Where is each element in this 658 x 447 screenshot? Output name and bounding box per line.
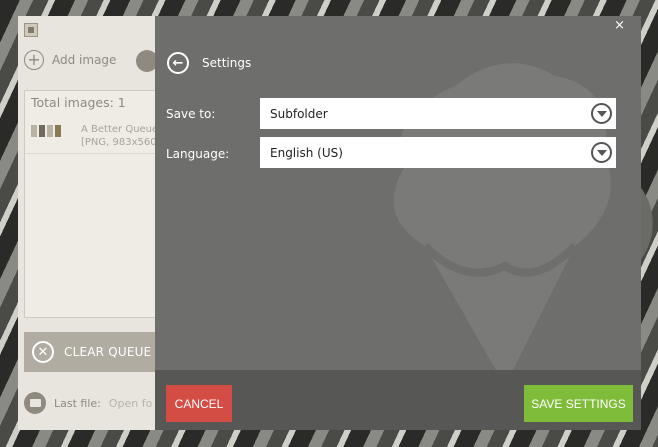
plus-circle-icon: + (24, 50, 44, 70)
total-images-label: Total images: 1 (31, 95, 126, 110)
main-panel: + Add image Total images: 1 A Better Que… (18, 16, 158, 430)
clear-queue-button[interactable]: ✕ CLEAR QUEUE (24, 332, 155, 372)
queue-panel: Total images: 1 A Better Queue [PNG, 983… (24, 90, 158, 318)
add-image-label: Add image (52, 53, 117, 67)
last-file-label: Last file: (54, 396, 101, 410)
settings-footer: CANCEL SAVE SETTINGS (155, 370, 641, 430)
settings-panel: × ← Settings Save to: Subfolder Language… (155, 16, 641, 430)
add-image-button[interactable]: + Add image (24, 50, 116, 70)
language-label: Language: (166, 147, 230, 161)
save-to-label: Save to: (166, 107, 216, 121)
queue-item-text: A Better Queue [PNG, 983x560 (81, 123, 158, 149)
image-thumbnail (31, 125, 61, 139)
language-select[interactable]: English (US) (260, 137, 616, 168)
settings-title: Settings (202, 56, 252, 70)
clear-queue-label: CLEAR QUEUE (64, 345, 152, 359)
close-icon[interactable]: × (614, 18, 625, 33)
app-logo-icon (24, 23, 38, 37)
save-to-value: Subfolder (270, 106, 328, 121)
save-settings-button[interactable]: SAVE SETTINGS (524, 385, 633, 422)
cancel-button[interactable]: CANCEL (166, 385, 232, 422)
folder-icon[interactable] (24, 392, 46, 414)
language-value: English (US) (270, 145, 343, 160)
save-to-select[interactable]: Subfolder (260, 98, 616, 129)
last-file-link[interactable]: Open fo (109, 397, 152, 410)
queue-item[interactable]: A Better Queue [PNG, 983x560 (25, 117, 158, 154)
chevron-down-circle-icon[interactable] (591, 142, 612, 163)
chevron-down-circle-icon[interactable] (591, 103, 612, 124)
last-file-row: Last file: Open fo (24, 392, 152, 414)
queue-item-info: [PNG, 983x560 (81, 137, 157, 148)
app-window: + Add image Total images: 1 A Better Que… (18, 16, 641, 430)
arrow-left-circle-icon[interactable]: ← (167, 52, 189, 74)
x-circle-icon: ✕ (32, 341, 54, 363)
queue-item-name: A Better Queue (81, 124, 159, 135)
